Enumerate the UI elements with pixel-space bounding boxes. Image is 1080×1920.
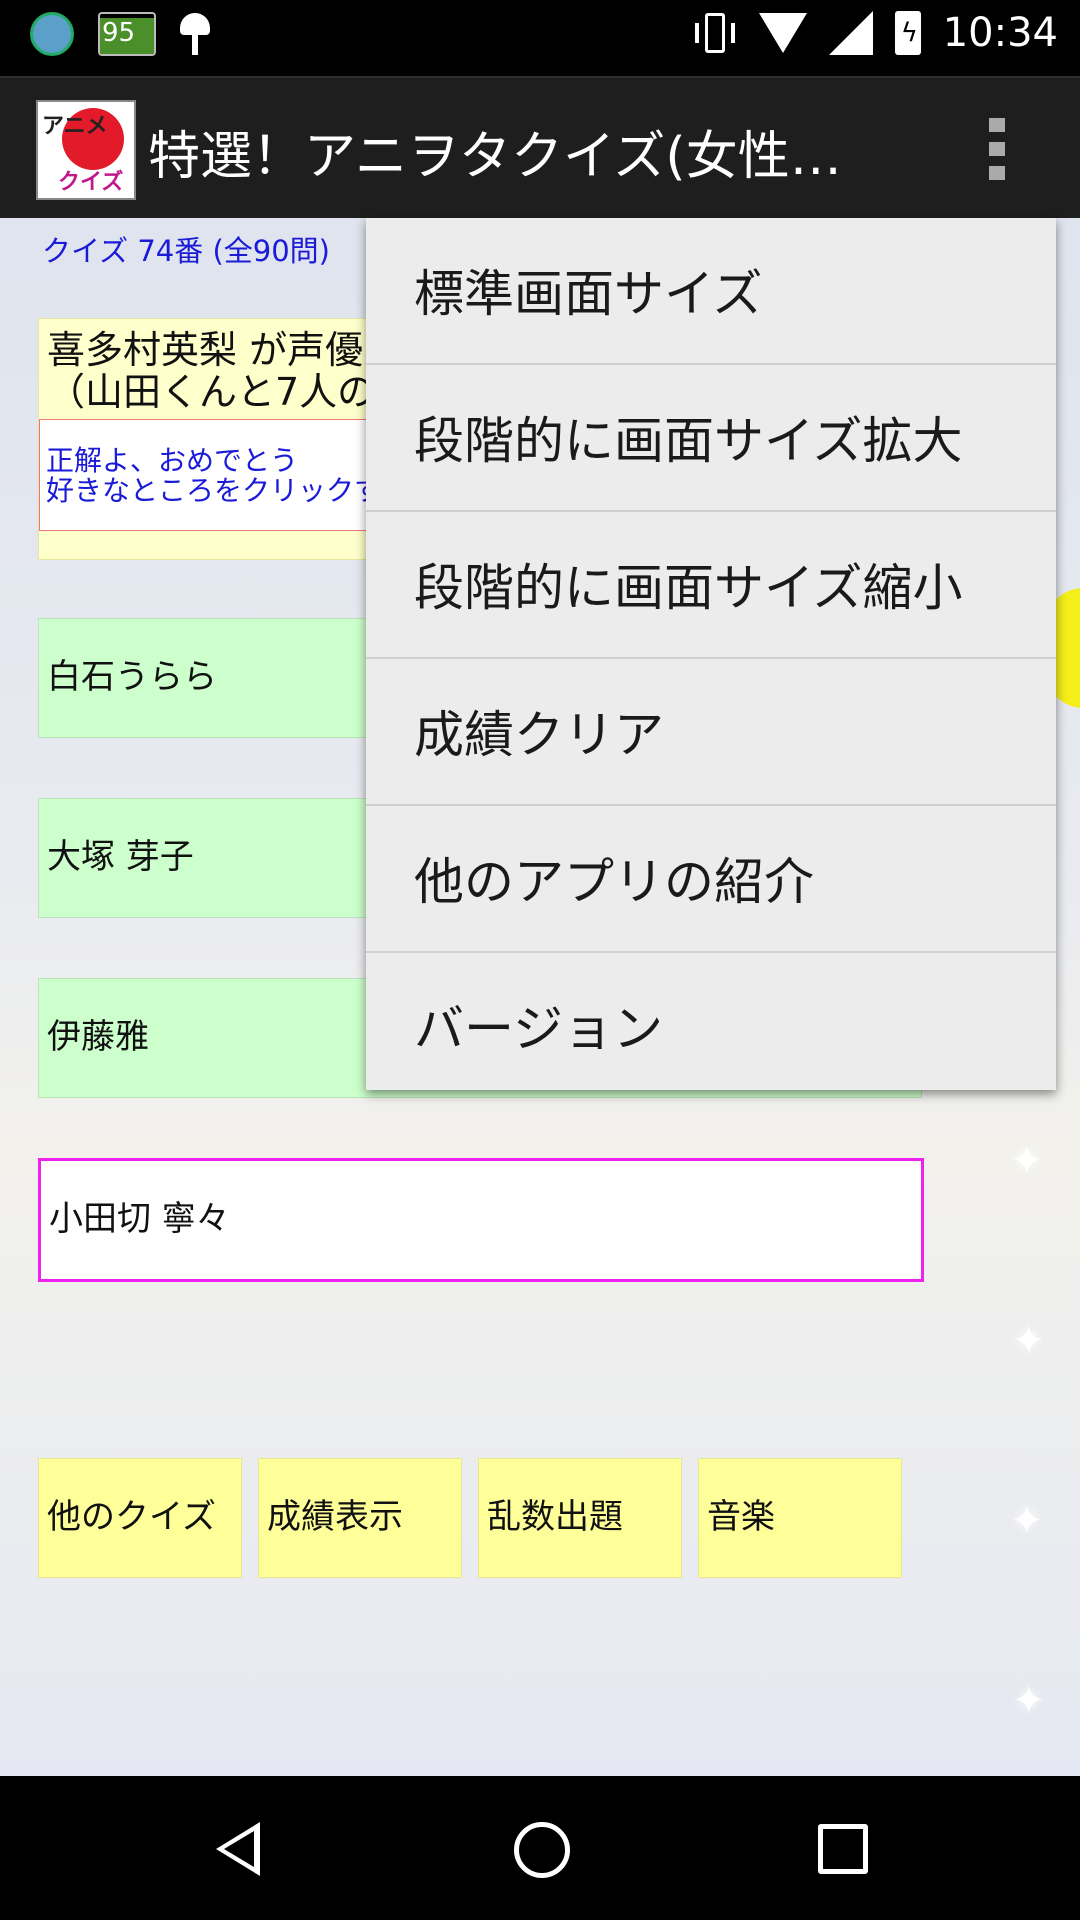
question-line-1: 喜多村英梨 が声優 [47,328,364,372]
random-button[interactable]: 乱数出題 [478,1458,682,1578]
menu-item-version[interactable]: バージョン [366,953,1056,1098]
clock: 10:34 [942,10,1058,56]
question-line-2: （山田くんと7人の [47,370,376,414]
wifi-icon [758,13,807,53]
menu-item-other-apps[interactable]: 他のアプリの紹介 [366,806,1056,953]
signal-icon [828,11,873,55]
app-icon-text-bottom: クイズ [58,170,124,195]
menu-item-zoom-out[interactable]: 段階的に画面サイズ縮小 [366,512,1056,659]
question-box: 喜多村英梨 が声優 （山田くんと7人の 正解よ、おめでとう 好きなところをクリッ… [38,318,421,560]
choice-button-selected[interactable]: 小田切 寧々 [38,1158,924,1282]
menu-item-label: 他のアプリの紹介 [414,853,814,911]
other-quiz-button[interactable]: 他のクイズ [38,1458,242,1578]
choice-label: 小田切 寧々 [49,1199,230,1239]
navigation-bar [0,1776,1080,1920]
android-debug-icon [180,13,210,55]
quiz-number-label: クイズ 74番 (全90問) [42,234,330,268]
music-label: 音楽 [707,1497,775,1537]
battery-percent-badge: 95 [98,12,156,56]
score-label: 成績表示 [267,1497,403,1537]
question-text: 喜多村英梨 が声優 （山田くんと7人の [47,329,375,413]
choice-label: 大塚 芽子 [47,837,194,877]
action-bar: アニメ クイズ 特選！アニヲタクイズ(女性… [0,76,1080,220]
status-right: ϟ 10:34 [693,10,1058,56]
menu-item-label: バージョン [414,1000,663,1058]
menu-item-zoom-in[interactable]: 段階的に画面サイズ拡大 [366,365,1056,512]
sparkle-decoration: ✦ [1010,1498,1044,1544]
app-icon[interactable]: アニメ クイズ [36,100,136,200]
feedback-box[interactable]: 正解よ、おめでとう 好きなところをクリックす [39,419,421,531]
menu-item-label: 段階的に画面サイズ縮小 [414,559,963,617]
feedback-line-1: 正解よ、おめでとう [46,444,299,477]
choice-label: 白石うらら [47,657,217,697]
overflow-menu: 標準画面サイズ 段階的に画面サイズ拡大 段階的に画面サイズ縮小 成績クリア 他の… [366,218,1056,1090]
sparkle-decoration: ✦ [1010,1138,1044,1184]
app-notification-icon [30,12,74,56]
menu-item-standard-size[interactable]: 標準画面サイズ [366,218,1056,365]
other-quiz-label: 他のクイズ [47,1497,216,1537]
overflow-menu-icon[interactable] [980,118,1014,180]
recents-icon[interactable] [818,1824,868,1874]
battery-percent-text: 95 [102,18,136,48]
random-label: 乱数出題 [487,1497,623,1537]
feedback-text: 正解よ、おめでとう 好きなところをクリックす [46,446,382,506]
app-title: 特選！アニヲタクイズ(女性… [148,127,842,187]
feedback-line-2: 好きなところをクリックす [46,474,383,507]
choice-label: 伊藤雅 [47,1017,149,1057]
status-left: 95 [30,12,210,56]
app-icon-text-top: アニメ [42,114,108,139]
back-icon[interactable] [216,1822,260,1876]
status-bar: 95 ϟ 10:34 [0,0,1080,76]
score-button[interactable]: 成績表示 [258,1458,462,1578]
home-icon[interactable] [514,1822,570,1878]
menu-item-label: 段階的に画面サイズ拡大 [414,412,963,470]
menu-item-clear-score[interactable]: 成績クリア [366,659,1056,806]
menu-item-label: 成績クリア [414,706,664,764]
vibrate-icon [693,13,737,53]
music-button[interactable]: 音楽 [698,1458,902,1578]
menu-item-label: 標準画面サイズ [414,265,763,323]
sparkle-decoration: ✦ [1012,1678,1046,1724]
sparkle-decoration: ✦ [1012,1318,1046,1364]
battery-charging-icon: ϟ [894,11,921,55]
